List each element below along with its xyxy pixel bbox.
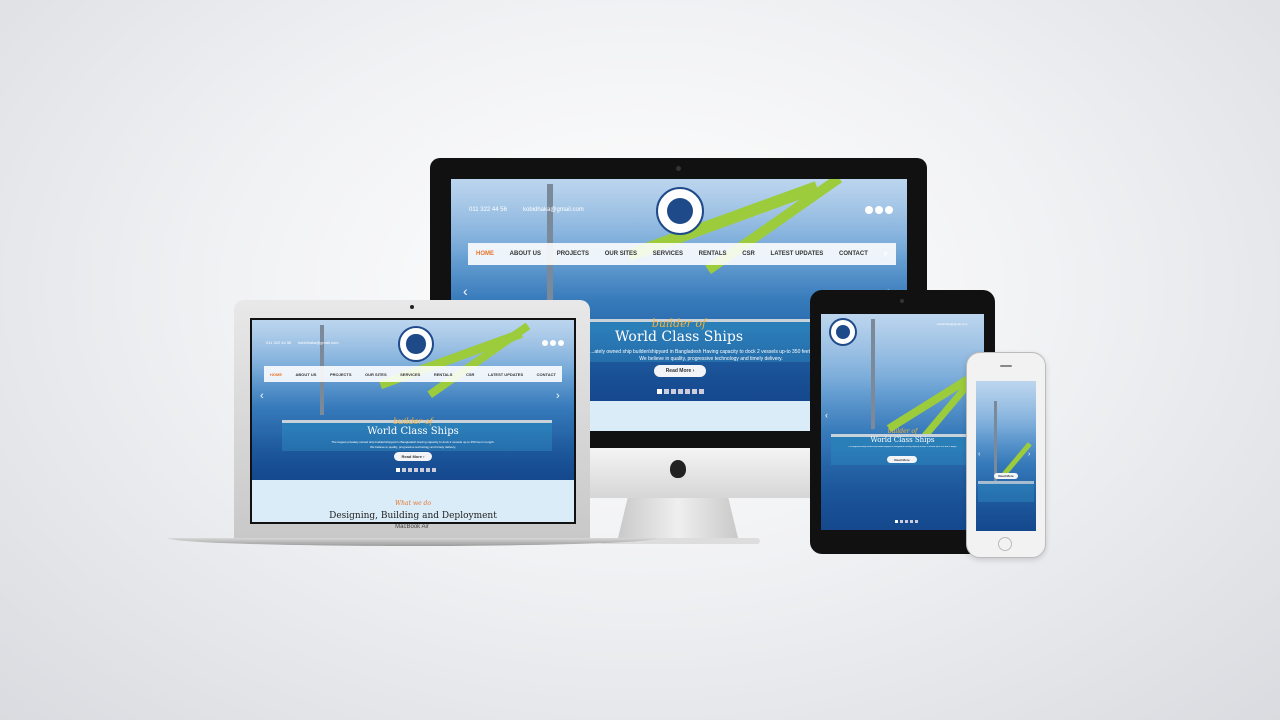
slider-dot[interactable] xyxy=(402,468,406,472)
slider-prev-arrow[interactable]: ‹ xyxy=(825,410,828,420)
slider-dot[interactable] xyxy=(432,468,436,472)
read-more-button[interactable]: Read More › xyxy=(654,365,706,377)
slider-dot[interactable] xyxy=(895,520,898,523)
slider-dot[interactable] xyxy=(685,389,690,394)
laptop-device: MacBook Air 011 322 44 56 kobidhaka@gmai… xyxy=(168,300,658,550)
main-nav: HOME ABOUT US PROJECTS OUR SITES SERVICE… xyxy=(264,366,562,382)
slider-next-arrow[interactable]: › xyxy=(556,390,560,402)
laptop-screen: 011 322 44 56 kobidhaka@gmail.com HOME A… xyxy=(250,318,576,524)
tablet-screen: kobidhaka@gmail.com ‹ › builder of World… xyxy=(821,314,984,530)
slider-next-arrow[interactable]: › xyxy=(1028,451,1030,458)
contact-phone[interactable]: 011 322 44 56 xyxy=(266,340,291,345)
nav-latest-updates[interactable]: LATEST UPDATES xyxy=(771,251,824,257)
phone-device: ‹ › Read More xyxy=(966,352,1046,558)
hero-banner xyxy=(821,314,984,530)
read-more-button[interactable]: Read More › xyxy=(394,452,432,461)
slider-dots xyxy=(396,468,436,472)
instagram-icon[interactable] xyxy=(885,206,893,214)
nav-contact[interactable]: CONTACT xyxy=(839,251,868,257)
nav-services[interactable]: SERVICES xyxy=(653,251,683,257)
phone-speaker xyxy=(1000,365,1012,367)
hero-description-1: The largest privately owned ship builder… xyxy=(848,446,957,448)
nav-csr[interactable]: CSR xyxy=(742,251,755,257)
read-more-button[interactable]: Read More xyxy=(887,456,917,463)
nav-our-sites[interactable]: OUR SITES xyxy=(605,251,637,257)
slider-dot[interactable] xyxy=(910,520,913,523)
twitter-icon[interactable] xyxy=(875,206,883,214)
nav-services[interactable]: SERVICES xyxy=(400,372,420,377)
section-label: What we do xyxy=(395,500,431,507)
main-nav: HOME ABOUT US PROJECTS OUR SITES SERVICE… xyxy=(468,243,896,265)
slider-dots xyxy=(657,389,704,394)
social-icons xyxy=(865,206,893,214)
slider-dot[interactable] xyxy=(408,468,412,472)
hero-description-1: The largest privately owned ship builder… xyxy=(331,440,495,444)
twitter-icon[interactable] xyxy=(550,340,556,346)
phone-screen: ‹ › Read More xyxy=(976,381,1036,531)
slider-dot[interactable] xyxy=(396,468,400,472)
apple-logo-icon xyxy=(670,460,686,478)
imac-camera xyxy=(676,166,681,171)
section-below-hero: What we do Designing, Building and Deplo… xyxy=(252,480,574,522)
nav-rentals[interactable]: RENTALS xyxy=(699,251,727,257)
slider-dot[interactable] xyxy=(678,389,683,394)
laptop-camera xyxy=(410,305,414,309)
tablet-camera xyxy=(900,299,904,303)
nav-contact[interactable]: CONTACT xyxy=(537,372,556,377)
contact-email[interactable]: kobidhaka@gmail.com xyxy=(298,340,339,345)
site-logo[interactable] xyxy=(656,187,704,235)
slider-dot[interactable] xyxy=(671,389,676,394)
nav-about[interactable]: ABOUT US xyxy=(510,251,541,257)
laptop-base xyxy=(168,538,658,546)
hero-description-2: We believe in quality, progressive techn… xyxy=(369,445,457,449)
slider-prev-arrow[interactable]: ‹ xyxy=(463,283,468,299)
section-title: Designing, Building and Deployment xyxy=(329,511,497,521)
slider-dots xyxy=(895,520,918,523)
nav-home[interactable]: HOME xyxy=(270,372,282,377)
site-logo[interactable] xyxy=(398,326,434,362)
slider-dot[interactable] xyxy=(905,520,908,523)
slider-dot[interactable] xyxy=(692,389,697,394)
slider-dot[interactable] xyxy=(699,389,704,394)
slider-dot[interactable] xyxy=(426,468,430,472)
social-icons xyxy=(542,340,564,346)
contact-phone[interactable]: 011 322 44 56 xyxy=(469,207,507,213)
nav-our-sites[interactable]: OUR SITES xyxy=(365,372,387,377)
search-icon[interactable]: ⚲ xyxy=(884,251,888,258)
hero-headline: World Class Ships xyxy=(367,426,459,437)
hero-headline: World Class Ships xyxy=(870,436,935,444)
hero-tagline: builder of xyxy=(393,417,433,426)
nav-rentals[interactable]: RENTALS xyxy=(434,372,453,377)
nav-home[interactable]: HOME xyxy=(476,251,494,257)
contact-email[interactable]: kobidhaka@gmail.com xyxy=(523,207,584,213)
nav-projects[interactable]: PROJECTS xyxy=(330,372,352,377)
slider-dot[interactable] xyxy=(420,468,424,472)
facebook-icon[interactable] xyxy=(542,340,548,346)
slider-dot[interactable] xyxy=(664,389,669,394)
hero-banner xyxy=(976,381,1036,531)
laptop-brand: MacBook Air xyxy=(395,524,429,530)
phone-home-button[interactable] xyxy=(998,537,1012,551)
slider-dot[interactable] xyxy=(414,468,418,472)
hero-tagline: builder of xyxy=(887,428,918,435)
instagram-icon[interactable] xyxy=(558,340,564,346)
read-more-button[interactable]: Read More xyxy=(994,473,1018,479)
contact-email[interactable]: kobidhaka@gmail.com xyxy=(937,322,967,326)
nav-about[interactable]: ABOUT US xyxy=(296,372,317,377)
slider-dot[interactable] xyxy=(915,520,918,523)
slider-dot[interactable] xyxy=(900,520,903,523)
site-logo[interactable] xyxy=(829,318,857,346)
facebook-icon[interactable] xyxy=(865,206,873,214)
slider-prev-arrow[interactable]: ‹ xyxy=(260,390,264,402)
nav-projects[interactable]: PROJECTS xyxy=(557,251,589,257)
nav-latest-updates[interactable]: LATEST UPDATES xyxy=(488,372,523,377)
slider-prev-arrow[interactable]: ‹ xyxy=(978,451,980,458)
nav-csr[interactable]: CSR xyxy=(466,372,474,377)
